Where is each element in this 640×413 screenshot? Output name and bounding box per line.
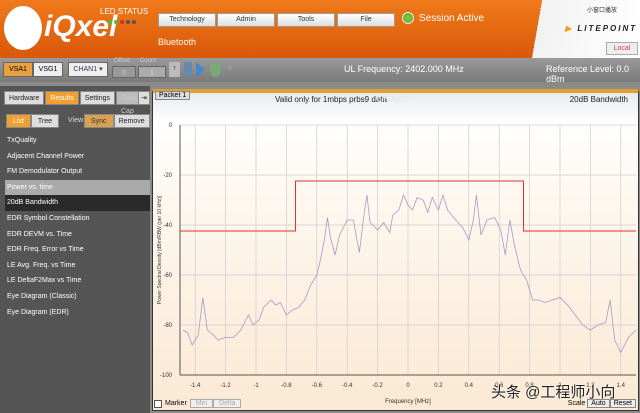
result-item[interactable]: FM Demodulator Output <box>5 164 150 180</box>
x-tick-label: 0.4 <box>465 383 474 389</box>
tab-settings[interactable]: Settings <box>79 91 115 105</box>
session-status-icon <box>402 12 414 24</box>
reference-level: Reference Level: 0.0 dBm <box>546 64 630 84</box>
file-button[interactable]: File <box>337 13 395 27</box>
x-tick-label: -1 <box>253 383 259 389</box>
view-label: View: <box>68 117 85 124</box>
y-tick-label: -60 <box>163 273 172 279</box>
tab-results[interactable]: Results <box>45 91 79 105</box>
tools-button[interactable]: Tools <box>277 13 335 27</box>
results-panel: Hardware Results Settings Data Cap ⇥ Lis… <box>0 86 150 413</box>
local-button[interactable]: Local <box>606 42 638 55</box>
refresh-icon[interactable] <box>210 62 221 77</box>
result-item[interactable]: EDR Freq. Error vs Time <box>5 242 150 258</box>
result-item[interactable]: Eye Diagram (Classic) <box>5 289 150 305</box>
y-tick-label: -40 <box>163 223 172 229</box>
mini-window-button[interactable]: 小窗口播放 <box>587 5 617 14</box>
x-tick-label: 1.4 <box>617 383 626 389</box>
x-tick-label: 0 <box>406 383 410 389</box>
collapse-panel-icon[interactable]: ⇥ <box>138 91 150 105</box>
table-icon[interactable] <box>184 62 192 77</box>
x-tick-label: -1.2 <box>220 383 231 389</box>
remove-button[interactable]: Remove <box>113 114 150 128</box>
pen-icon[interactable]: ✎ <box>225 62 235 77</box>
admin-button[interactable]: Admin <box>217 13 275 27</box>
y-tick-label: -80 <box>163 323 172 329</box>
litepoint-logo: ▶ LITEPOINT <box>565 24 638 33</box>
x-tick-label: -0.2 <box>372 383 383 389</box>
vsa-button[interactable]: VSA1 <box>3 62 33 77</box>
result-item[interactable]: 20dB Bandwidth <box>5 195 150 211</box>
chart-panel: Packet 1 Valid only for 1mbps prbs9 data… <box>152 89 639 411</box>
result-item[interactable]: EDR DEVM vs. Time <box>5 227 150 243</box>
y-tick-label: -20 <box>163 173 172 179</box>
result-item[interactable]: Eye Diagram (EDR) <box>5 305 150 321</box>
min-button[interactable]: Min <box>189 399 214 408</box>
list-view-button[interactable]: List <box>6 114 31 128</box>
app-header: iQxel LED STATUS Technology Admin Tools … <box>0 0 640 58</box>
result-item[interactable]: Power vs. time <box>5 179 150 196</box>
x-tick-label: -0.8 <box>281 383 292 389</box>
x-axis-label: Frequency [MHz] <box>385 399 431 405</box>
channel-select[interactable]: CHAN1 ▾ <box>68 62 108 77</box>
up-arrow-icon[interactable]: ↑ <box>169 62 180 77</box>
vsg-button[interactable]: VSG1 <box>33 62 63 77</box>
offset-input[interactable]: 0 <box>112 66 136 78</box>
tree-view-button[interactable]: Tree <box>30 114 60 128</box>
offset-label: Offset <box>114 58 130 64</box>
led-status: LED STATUS <box>100 7 148 24</box>
marker-label: Marker <box>165 400 187 407</box>
technology-subtitle: Bluetooth <box>158 37 197 47</box>
x-tick-label: 0.2 <box>434 383 443 389</box>
marker-checkbox[interactable] <box>154 399 162 408</box>
result-item[interactable]: LE Avg. Freq. vs Time <box>5 258 150 274</box>
x-tick-label: -0.4 <box>342 383 353 389</box>
y-axis-label: Power Spectral Density [dBm/RBW (per 10 … <box>157 195 163 304</box>
spectrum-trace <box>182 193 637 354</box>
result-item[interactable]: EDR Symbol Constellation <box>5 211 150 227</box>
result-item[interactable]: LE DeltaF2Max vs Time <box>5 273 150 289</box>
x-tick-label: -0.6 <box>312 383 323 389</box>
count-input[interactable]: 1 <box>138 66 166 78</box>
delta-button[interactable]: Delta <box>213 399 242 408</box>
y-tick-label: -100 <box>160 373 173 379</box>
technology-button[interactable]: Technology <box>158 13 216 27</box>
ul-frequency: UL Frequency: 2402.000 MHz <box>344 64 464 74</box>
x-tick-label: -1.4 <box>190 383 201 389</box>
marker-controls: Marker Min Delta <box>154 399 242 408</box>
spectrum-chart[interactable]: -1.4 -1.2 -1 -0.8 -0.6 -0.4 -0.2 0 0.2 0.4 0.6 0.8 1… <box>152 89 639 411</box>
session-status: Session Active <box>419 13 485 24</box>
y-tick-label: 0 <box>169 123 173 129</box>
credit-watermark: 头条 @工程师小向 <box>491 384 616 401</box>
tab-hardware[interactable]: Hardware <box>4 91 45 105</box>
results-list: TxQuality Adjacent Channel Power FM Demodu… <box>5 133 150 320</box>
result-item[interactable]: TxQuality <box>5 133 150 149</box>
sync-button[interactable]: Sync <box>84 114 114 128</box>
play-icon[interactable] <box>196 62 205 77</box>
result-item[interactable]: Adjacent Channel Power <box>5 149 150 165</box>
count-label: Count <box>140 58 157 64</box>
toolbar: VSA1 VSG1 CHAN1 ▾ Offset 0 Count 1 ↑ ✎ U… <box>0 58 640 84</box>
